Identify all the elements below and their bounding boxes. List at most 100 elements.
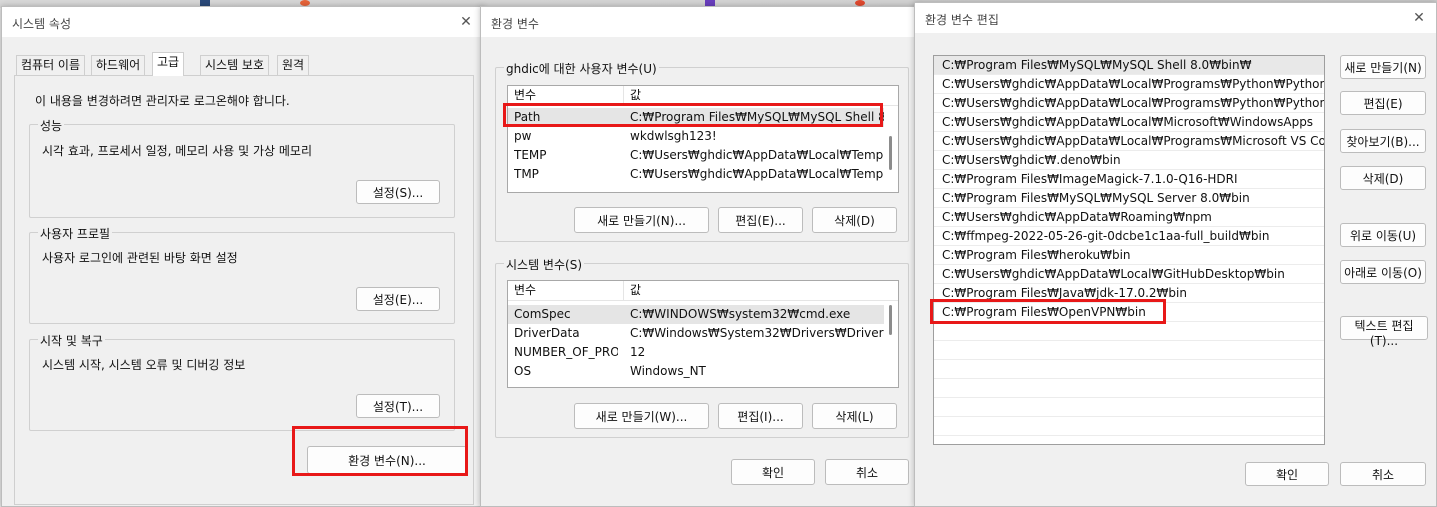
scrollbar-thumb[interactable] (889, 305, 892, 335)
empty-list-row[interactable] (934, 398, 1324, 417)
column-header-variable[interactable]: 변수 (508, 281, 624, 301)
move-down-button[interactable]: 아래로 이동(O) (1340, 260, 1426, 284)
empty-list-row[interactable] (934, 417, 1324, 436)
ok-button[interactable]: 확인 (1245, 462, 1329, 486)
empty-list-row[interactable] (934, 379, 1324, 398)
system-variables-label: 시스템 변수(S) (504, 256, 584, 273)
user-variables-label: ghdic에 대한 사용자 변수(U) (504, 60, 659, 77)
tab-remote[interactable]: 원격 (277, 55, 310, 75)
title-bar: 환경 변수 편집 ✕ (915, 3, 1436, 33)
tab-computer-name[interactable]: 컴퓨터 이름 (16, 55, 86, 75)
browse-button[interactable]: 찾아보기(B)... (1340, 129, 1426, 153)
table-row[interactable]: TMP C:₩Users₩ghdic₩AppData₩Local₩Temp (508, 165, 898, 184)
empty-list-row[interactable] (934, 360, 1324, 379)
column-header-value[interactable]: 값 (624, 86, 886, 106)
edit-path-button[interactable]: 편집(E) (1340, 91, 1426, 115)
column-header-variable[interactable]: 변수 (508, 86, 624, 106)
list-item[interactable]: C:₩Users₩ghdic₩AppData₩Local₩Programs₩Py… (934, 75, 1324, 94)
list-item[interactable]: C:₩Users₩ghdic₩AppData₩Local₩Microsoft₩W… (934, 113, 1324, 132)
variable-name: Path (514, 110, 541, 124)
scrollbar-thumb[interactable] (889, 136, 892, 170)
table-row[interactable]: ComSpec C:₩WINDOWS₩system32₩cmd.exe (508, 305, 898, 324)
list-item[interactable]: C:₩Program Files₩ImageMagick-7.1.0-Q16-H… (934, 170, 1324, 189)
list-item[interactable]: C:₩Users₩ghdic₩.deno₩bin (934, 151, 1324, 170)
variable-value: wkdwlsgh123! (630, 129, 717, 143)
environment-variables-button[interactable]: 환경 변수(N)... (307, 446, 467, 474)
variable-value: C:₩Program Files₩MySQL₩MySQL Shell 8.... (630, 110, 884, 124)
variable-name: TMP (514, 167, 539, 181)
edit-text-button[interactable]: 텍스트 편집(T)... (1340, 316, 1428, 348)
column-header-value[interactable]: 값 (624, 281, 886, 301)
path-entries-list[interactable]: C:₩Program Files₩MySQL₩MySQL Shell 8.0₩b… (933, 55, 1325, 445)
variable-value: C:₩WINDOWS₩system32₩cmd.exe (630, 307, 851, 321)
close-icon[interactable]: ✕ (457, 13, 475, 31)
performance-group: 성능 시각 효과, 프로세서 일정, 메모리 사용 및 가상 메모리 설정(S)… (29, 117, 455, 218)
variable-name: NUMBER_OF_PRO... (514, 345, 618, 359)
list-item[interactable]: C:₩Program Files₩MySQL₩MySQL Shell 8.0₩b… (934, 56, 1324, 75)
performance-settings-button[interactable]: 설정(S)... (356, 180, 440, 204)
table-row[interactable]: DriverData C:₩Windows₩System32₩Drivers₩D… (508, 324, 898, 343)
variable-value: C:₩Users₩ghdic₩AppData₩Local₩Temp (630, 167, 884, 181)
system-variables-list[interactable]: 변수 값 ComSpec C:₩WINDOWS₩system32₩cmd.exe… (507, 280, 899, 388)
table-row[interactable]: NUMBER_OF_PRO... 12 (508, 343, 898, 362)
list-item[interactable]: C:₩ffmpeg-2022-05-26-git-0dcbe1c1aa-full… (934, 227, 1324, 246)
vertical-scrollbar[interactable] (884, 106, 898, 192)
list-header: 변수 값 (508, 86, 898, 106)
vertical-scrollbar[interactable] (884, 301, 898, 387)
tab-advanced[interactable]: 고급 (152, 52, 185, 76)
variable-value: C:₩Windows₩System32₩Drivers₩DriverData (630, 326, 884, 340)
variable-value: C:₩Users₩ghdic₩AppData₩Local₩Temp (630, 148, 884, 162)
system-delete-button[interactable]: 삭제(L) (812, 403, 897, 429)
admin-note: 이 내용을 변경하려면 관리자로 로그온해야 합니다. (35, 94, 290, 108)
user-delete-button[interactable]: 삭제(D) (812, 207, 897, 233)
ok-button[interactable]: 확인 (731, 459, 815, 485)
list-item[interactable]: C:₩Users₩ghdic₩AppData₩Local₩Programs₩Py… (934, 94, 1324, 113)
variable-name: DriverData (514, 326, 580, 340)
variable-name: pw (514, 129, 532, 143)
system-new-button[interactable]: 새로 만들기(W)... (574, 403, 709, 429)
user-variables-list[interactable]: 변수 값 Path C:₩Program Files₩MySQL₩MySQL S… (507, 85, 899, 193)
tab-system-protection[interactable]: 시스템 보호 (200, 55, 270, 75)
performance-desc: 시각 효과, 프로세서 일정, 메모리 사용 및 가상 메모리 (42, 144, 312, 158)
cancel-button[interactable]: 취소 (1340, 462, 1426, 486)
system-properties-dialog: 시스템 속성 ✕ 컴퓨터 이름 하드웨어 고급 시스템 보호 원격 이 내용을 … (1, 6, 484, 507)
startup-recovery-group: 시작 및 복구 시스템 시작, 시스템 오류 및 디버깅 정보 설정(T)... (29, 332, 455, 431)
list-item[interactable]: C:₩Users₩ghdic₩AppData₩Local₩GitHubDeskt… (934, 265, 1324, 284)
dialog-title: 환경 변수 편집 (925, 13, 999, 27)
title-bar: 시스템 속성 ✕ (2, 7, 483, 37)
variable-name: TEMP (514, 148, 547, 162)
variable-value: 12 (630, 345, 646, 359)
cancel-button[interactable]: 취소 (825, 459, 909, 485)
table-row[interactable]: OS Windows_NT (508, 362, 898, 381)
list-item[interactable]: C:₩Users₩ghdic₩AppData₩Local₩Programs₩Mi… (934, 132, 1324, 151)
table-row[interactable]: Path C:₩Program Files₩MySQL₩MySQL Shell … (508, 108, 898, 127)
delete-path-button[interactable]: 삭제(D) (1340, 166, 1426, 190)
list-item[interactable]: C:₩Program Files₩OpenVPN₩bin (934, 303, 1324, 322)
startup-recovery-desc: 시스템 시작, 시스템 오류 및 디버깅 정보 (42, 358, 246, 372)
table-row[interactable]: pw wkdwlsgh123! (508, 127, 898, 146)
empty-list-row[interactable] (934, 341, 1324, 360)
list-item[interactable]: C:₩Users₩ghdic₩AppData₩Roaming₩npm (934, 208, 1324, 227)
list-item[interactable]: C:₩Program Files₩MySQL₩MySQL Server 8.0₩… (934, 189, 1324, 208)
list-item[interactable]: C:₩Program Files₩Java₩jdk-17.0.2₩bin (934, 284, 1324, 303)
user-profiles-desc: 사용자 로그인에 관련된 바탕 화면 설정 (42, 251, 238, 265)
environment-variables-dialog: 환경 변수 ghdic에 대한 사용자 변수(U) 변수 값 Path C:₩P… (480, 6, 920, 507)
tab-hardware[interactable]: 하드웨어 (91, 55, 146, 75)
user-edit-button[interactable]: 편집(E)... (718, 207, 803, 233)
advanced-tab-panel: 이 내용을 변경하려면 관리자로 로그온해야 합니다. 성능 시각 효과, 프로… (14, 75, 474, 505)
edit-environment-variable-dialog: 환경 변수 편집 ✕ C:₩Program Files₩MySQL₩MySQL … (914, 2, 1437, 507)
empty-list-row[interactable] (934, 322, 1324, 341)
new-path-button[interactable]: 새로 만들기(N) (1340, 55, 1426, 79)
user-profiles-settings-button[interactable]: 설정(E)... (356, 287, 440, 311)
table-row[interactable]: TEMP C:₩Users₩ghdic₩AppData₩Local₩Temp (508, 146, 898, 165)
startup-recovery-settings-button[interactable]: 설정(T)... (356, 394, 440, 418)
move-up-button[interactable]: 위로 이동(U) (1340, 223, 1426, 247)
system-edit-button[interactable]: 편집(I)... (718, 403, 803, 429)
startup-recovery-label: 시작 및 복구 (38, 332, 105, 349)
variable-value: Windows_NT (630, 364, 706, 378)
variable-name: ComSpec (514, 307, 571, 321)
close-icon[interactable]: ✕ (1410, 9, 1428, 27)
user-new-button[interactable]: 새로 만들기(N)... (574, 207, 709, 233)
list-item[interactable]: C:₩Program Files₩heroku₩bin (934, 246, 1324, 265)
user-profiles-group: 사용자 프로필 사용자 로그인에 관련된 바탕 화면 설정 설정(E)... (29, 225, 455, 324)
